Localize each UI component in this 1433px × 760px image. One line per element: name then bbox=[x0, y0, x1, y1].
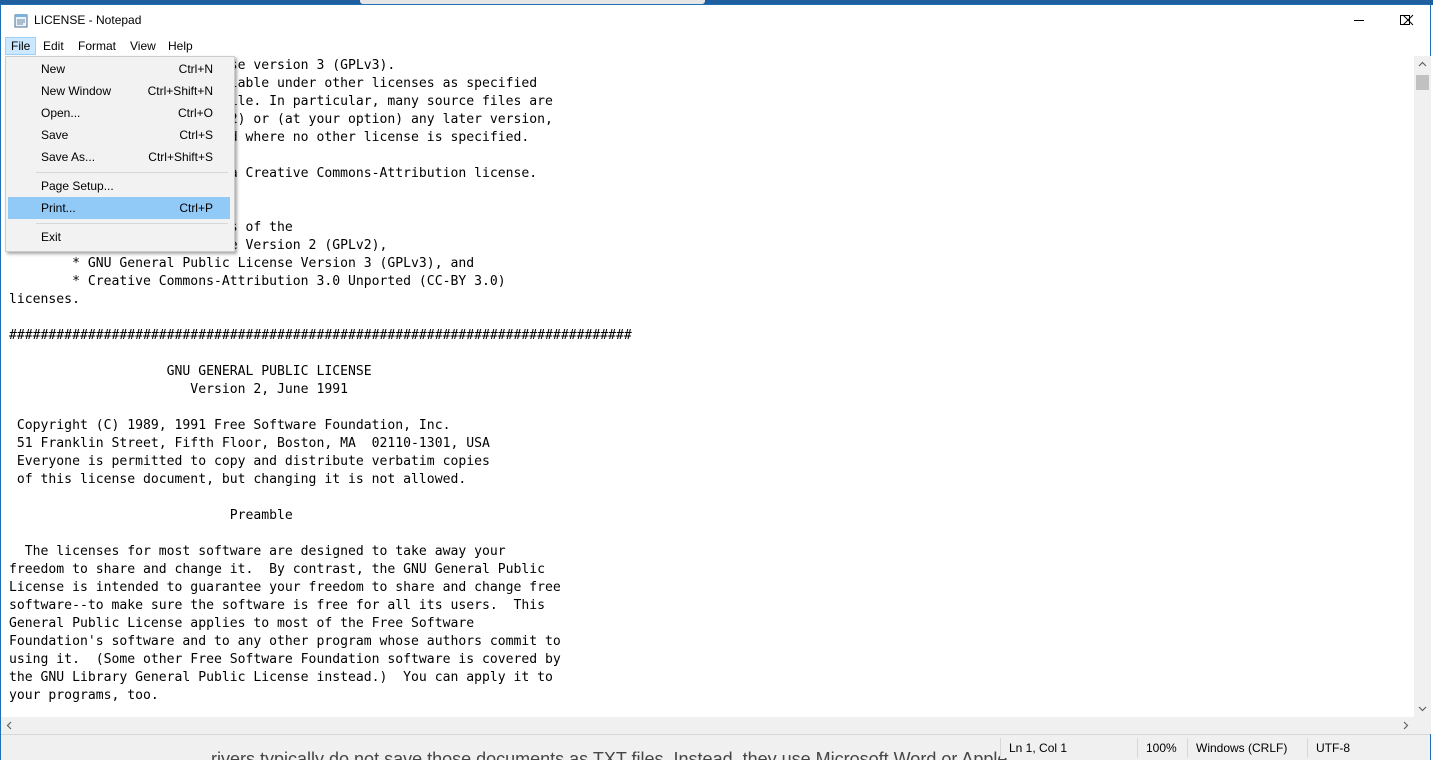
vertical-scrollbar[interactable] bbox=[1414, 56, 1431, 717]
menu-item-page-setup[interactable]: Page Setup... bbox=[8, 175, 230, 197]
status-zoom: 100% bbox=[1137, 738, 1187, 758]
scroll-left-arrow-icon[interactable] bbox=[1, 717, 18, 734]
scrollbar-corner bbox=[1414, 717, 1431, 734]
menu-item-label: Save As... bbox=[41, 150, 96, 164]
menu-item-shortcut: Ctrl+Shift+N bbox=[147, 84, 213, 98]
menu-format[interactable]: Format bbox=[72, 37, 122, 55]
menu-item-label: New Window bbox=[41, 84, 112, 98]
notepad-window: LICENSE - Notepad File Edit Format View … bbox=[0, 4, 1431, 760]
menu-item-shortcut: Ctrl+Shift+S bbox=[148, 150, 213, 164]
scroll-down-arrow-icon[interactable] bbox=[1414, 700, 1431, 717]
vertical-scroll-thumb[interactable] bbox=[1416, 75, 1429, 90]
notepad-app-icon bbox=[14, 14, 28, 28]
window-title: LICENSE - Notepad bbox=[34, 13, 142, 27]
menu-item-shortcut: Ctrl+S bbox=[179, 128, 213, 142]
menu-item-exit[interactable]: Exit bbox=[8, 226, 230, 248]
scroll-up-arrow-icon[interactable] bbox=[1414, 56, 1431, 73]
file-menu-dropdown: New Ctrl+N New Window Ctrl+Shift+N Open.… bbox=[5, 56, 235, 252]
menu-item-new[interactable]: New Ctrl+N bbox=[8, 58, 230, 80]
menu-item-label: Open... bbox=[41, 106, 81, 120]
menu-item-label: Page Setup... bbox=[41, 179, 114, 193]
menu-file[interactable]: File bbox=[5, 37, 37, 55]
menu-help[interactable]: Help bbox=[162, 37, 199, 55]
menu-item-open[interactable]: Open... Ctrl+O bbox=[8, 102, 230, 124]
menu-item-label: New bbox=[41, 62, 66, 76]
minimize-button[interactable] bbox=[1336, 5, 1382, 35]
menu-item-shortcut: Ctrl+O bbox=[177, 106, 213, 120]
menu-item-save[interactable]: Save Ctrl+S bbox=[8, 124, 230, 146]
status-cursor-position: Ln 1, Col 1 bbox=[1000, 738, 1130, 758]
menu-item-shortcut: Ctrl+P bbox=[179, 201, 213, 215]
status-bar: rivers typically do not save those docum… bbox=[1, 734, 1430, 760]
status-line-ending: Windows (CRLF) bbox=[1187, 738, 1307, 758]
menu-item-label: Exit bbox=[41, 230, 62, 244]
horizontal-scrollbar[interactable] bbox=[1, 717, 1414, 734]
menu-edit[interactable]: Edit bbox=[37, 37, 70, 55]
menu-separator bbox=[36, 223, 228, 224]
scroll-right-arrow-icon[interactable] bbox=[1397, 717, 1414, 734]
menu-item-new-window[interactable]: New Window Ctrl+Shift+N bbox=[8, 80, 230, 102]
menu-separator bbox=[36, 172, 228, 173]
menu-item-label: Print... bbox=[41, 201, 76, 215]
close-button[interactable] bbox=[1385, 5, 1431, 35]
minimize-icon bbox=[1354, 20, 1364, 21]
close-icon bbox=[1402, 14, 1414, 26]
menu-bar: File Edit Format View Help bbox=[1, 36, 1430, 56]
menu-item-shortcut: Ctrl+N bbox=[178, 62, 213, 76]
status-encoding: UTF-8 bbox=[1307, 738, 1430, 758]
menu-view[interactable]: View bbox=[124, 37, 162, 55]
menu-item-save-as[interactable]: Save As... Ctrl+Shift+S bbox=[8, 146, 230, 168]
background-window-text: rivers typically do not save those docum… bbox=[211, 749, 1008, 760]
menu-item-print[interactable]: Print... Ctrl+P bbox=[8, 197, 230, 219]
title-bar[interactable]: LICENSE - Notepad bbox=[1, 5, 1430, 36]
menu-item-label: Save bbox=[41, 128, 69, 142]
